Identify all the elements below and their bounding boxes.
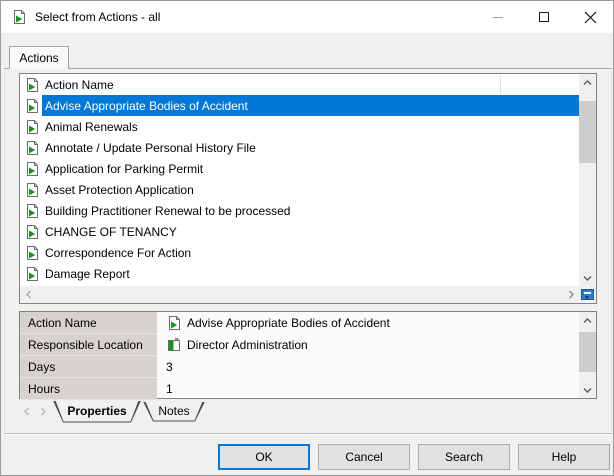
property-value: 1 <box>157 378 579 400</box>
action-document-icon <box>24 140 40 156</box>
tab-properties-label: Properties <box>67 404 126 418</box>
minimize-button[interactable] <box>475 1 521 33</box>
scroll-right-icon[interactable] <box>562 286 579 303</box>
property-row: Hours 1 <box>20 378 579 400</box>
list-horizontal-scrollbar[interactable] <box>20 286 579 303</box>
cancel-button[interactable]: Cancel <box>318 444 410 470</box>
property-value-text: 1 <box>166 382 173 396</box>
ok-button[interactable]: OK <box>218 444 310 470</box>
search-button[interactable]: Search <box>418 444 510 470</box>
property-row: Days 3 <box>20 356 579 378</box>
action-document-icon <box>24 224 40 240</box>
minimize-icon <box>493 17 503 18</box>
action-document-icon <box>24 98 40 114</box>
caption-buttons <box>475 1 613 33</box>
column-chooser-arrow <box>585 296 589 299</box>
property-value-text: Advise Appropriate Bodies of Accident <box>187 316 390 330</box>
list-item[interactable]: Annotate / Update Personal History File <box>20 137 579 158</box>
property-value-text: Director Administration <box>187 338 308 352</box>
properties-panel: Action Name Advise Appropriate Bodies of… <box>19 311 597 399</box>
property-value: Advise Appropriate Bodies of Accident <box>157 312 579 334</box>
list-item[interactable]: Correspondence For Action <box>20 242 579 263</box>
search-button-label: Search <box>445 450 483 464</box>
list-item[interactable]: Asset Protection Application <box>20 179 579 200</box>
action-document-icon <box>24 182 40 198</box>
list-item[interactable]: Advise Appropriate Bodies of Accident <box>20 95 579 116</box>
actions-list-rows: Action Name Advise Appropriate Bodies of… <box>20 74 579 286</box>
scroll-up-icon[interactable] <box>579 74 596 91</box>
action-document-icon <box>24 245 40 261</box>
action-document-icon <box>166 315 182 331</box>
scroll-down-icon[interactable] <box>579 269 596 286</box>
maximize-button[interactable] <box>521 1 567 33</box>
property-label: Days <box>20 356 157 378</box>
properties-rows: Action Name Advise Appropriate Bodies of… <box>20 312 579 398</box>
actions-list: Action Name Advise Appropriate Bodies of… <box>19 73 597 304</box>
list-item[interactable]: Building Practitioner Renewal to be proc… <box>20 200 579 221</box>
property-value: Director Administration <box>157 334 579 356</box>
tab-properties[interactable]: Properties <box>53 401 141 423</box>
list-item-label: CHANGE OF TENANCY <box>45 225 177 239</box>
action-document-icon <box>24 161 40 177</box>
list-header-row[interactable]: Action Name <box>20 74 579 95</box>
title-bar: Select from Actions - all <box>1 1 613 33</box>
property-value-text: 3 <box>166 360 173 374</box>
tab-actions-label: Actions <box>19 51 58 65</box>
detail-tab-strip: Properties Notes <box>19 400 597 423</box>
window-title: Select from Actions - all <box>35 10 160 24</box>
list-header-label: Action Name <box>45 78 114 92</box>
help-button[interactable]: Help <box>518 444 610 470</box>
select-from-actions-dialog: Select from Actions - all Actions Action… <box>0 0 614 476</box>
list-item-label: Damage Report <box>45 267 130 281</box>
tab-scroll-right-icon[interactable] <box>35 404 51 420</box>
help-button-label: Help <box>552 450 577 464</box>
property-label: Responsible Location <box>20 334 157 356</box>
action-document-icon <box>24 119 40 135</box>
properties-vertical-scrollbar[interactable] <box>579 312 596 398</box>
property-label: Action Name <box>20 312 157 334</box>
scrollbar-thumb[interactable] <box>579 332 596 372</box>
ok-button-label: OK <box>255 450 272 464</box>
property-value: 3 <box>157 356 579 378</box>
column-chooser-icon[interactable] <box>581 289 594 300</box>
list-item[interactable]: Application for Parking Permit <box>20 158 579 179</box>
scroll-left-icon[interactable] <box>20 286 37 303</box>
list-item-label: Animal Renewals <box>45 120 138 134</box>
property-row: Action Name Advise Appropriate Bodies of… <box>20 312 579 334</box>
tab-notes-label: Notes <box>158 404 189 418</box>
maximize-icon <box>539 12 549 22</box>
list-item-label: Annotate / Update Personal History File <box>45 141 256 155</box>
scrollbar-corner <box>579 286 596 303</box>
scroll-down-icon[interactable] <box>579 381 596 398</box>
column-divider <box>500 75 501 94</box>
list-item-label: Correspondence For Action <box>45 246 191 260</box>
tab-actions[interactable]: Actions <box>9 46 69 69</box>
list-item-label: Asset Protection Application <box>45 183 194 197</box>
location-icon <box>166 337 182 353</box>
list-item-label: Application for Parking Permit <box>45 162 203 176</box>
property-row: Responsible Location Director Administra… <box>20 334 579 356</box>
scrollbar-thumb[interactable] <box>579 101 596 163</box>
list-item[interactable]: Animal Renewals <box>20 116 579 137</box>
action-document-icon <box>24 266 40 282</box>
scroll-up-icon[interactable] <box>579 312 596 329</box>
close-button[interactable] <box>567 1 613 33</box>
list-vertical-scrollbar[interactable] <box>579 74 596 286</box>
list-item-label: Advise Appropriate Bodies of Accident <box>45 99 248 113</box>
list-item[interactable]: CHANGE OF TENANCY <box>20 221 579 242</box>
action-document-icon <box>24 203 40 219</box>
tab-notes[interactable]: Notes <box>143 402 205 422</box>
list-item-label: Building Practitioner Renewal to be proc… <box>45 204 290 218</box>
close-icon <box>584 11 597 24</box>
column-chooser-dash <box>584 292 591 294</box>
action-document-icon <box>11 9 27 25</box>
action-document-icon <box>24 77 40 93</box>
cancel-button-label: Cancel <box>345 450 382 464</box>
list-item[interactable]: Damage Report <box>20 263 579 284</box>
tab-scroll-left-icon[interactable] <box>19 404 35 420</box>
property-label: Hours <box>20 378 157 400</box>
